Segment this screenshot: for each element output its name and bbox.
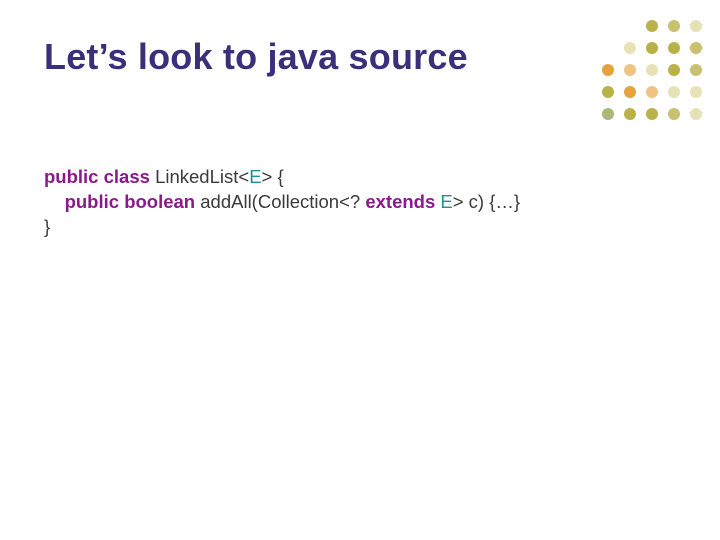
dot-row — [586, 108, 702, 120]
dot-icon — [646, 108, 658, 120]
slide-title: Let’s look to java source — [44, 36, 468, 78]
dot-icon — [690, 42, 702, 54]
code-lt: < — [238, 166, 249, 187]
code-line-3: } — [44, 216, 50, 237]
dot-icon — [646, 86, 658, 98]
kw-class: class — [104, 166, 150, 187]
dot-icon — [668, 86, 680, 98]
dot-icon — [624, 42, 636, 54]
dot-row — [586, 20, 702, 32]
dot-icon — [602, 108, 614, 120]
dot-row — [586, 86, 702, 98]
code-gt: > — [262, 166, 273, 187]
code-indent — [44, 191, 65, 212]
code-gt: > — [453, 191, 464, 212]
dot-icon — [668, 42, 680, 54]
decorative-dot-grid — [586, 20, 702, 130]
dot-icon — [624, 108, 636, 120]
dot-icon — [690, 108, 702, 120]
dot-icon — [624, 64, 636, 76]
kw-extends: extends — [365, 191, 435, 212]
dot-icon — [646, 20, 658, 32]
code-generic: E — [440, 191, 452, 212]
dot-icon — [646, 42, 658, 54]
dot-icon — [690, 20, 702, 32]
code-brace-open: { — [272, 166, 283, 187]
dot-icon — [602, 64, 614, 76]
dot-icon — [646, 64, 658, 76]
code-generic: E — [249, 166, 261, 187]
code-classname: LinkedList — [155, 166, 238, 187]
code-wild: ? — [350, 191, 365, 212]
code-rest: c) {…} — [464, 191, 521, 212]
dot-icon — [668, 20, 680, 32]
dot-icon — [624, 86, 636, 98]
dot-row — [586, 64, 702, 76]
kw-boolean: boolean — [124, 191, 195, 212]
code-block: public class LinkedList<E> { public bool… — [44, 140, 520, 240]
code-line-2: public boolean addAll(Collection<? exten… — [44, 191, 520, 212]
code-method: addAll(Collection — [195, 191, 339, 212]
kw-public: public — [44, 166, 98, 187]
dot-icon — [690, 64, 702, 76]
dot-row — [586, 42, 702, 54]
kw-public: public — [65, 191, 119, 212]
dot-icon — [668, 108, 680, 120]
dot-icon — [668, 64, 680, 76]
dot-icon — [602, 86, 614, 98]
dot-icon — [690, 86, 702, 98]
code-lt: < — [339, 191, 350, 212]
code-line-1: public class LinkedList<E> { — [44, 166, 284, 187]
